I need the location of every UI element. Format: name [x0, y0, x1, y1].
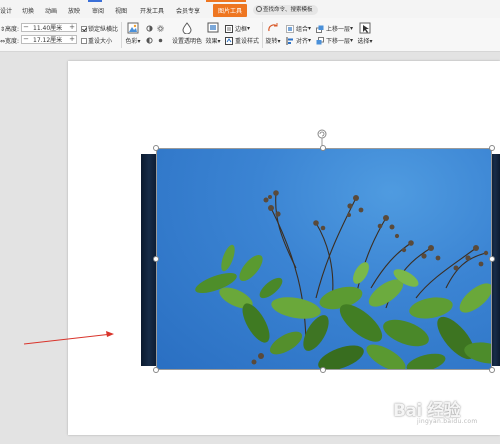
selection-pane-button[interactable]: 选择▾ [355, 22, 375, 45]
resize-handle-top-left[interactable] [153, 145, 159, 151]
ribbon-tab-bar: 设计 切换 动画 放映 审阅 视图 开发工具 会员专享 图片工具 查找命令、搜索… [0, 0, 500, 18]
combine-button[interactable]: 组合 ▾ [286, 24, 311, 33]
color-button[interactable]: 色彩▾ [125, 22, 141, 45]
reset-style-icon [225, 36, 233, 45]
resize-handle-bottom-right[interactable] [489, 367, 495, 373]
resize-handle-bottom-left[interactable] [153, 367, 159, 373]
reset-style-button[interactable]: 重设样式 [225, 36, 259, 45]
color-label: 色彩 [125, 38, 138, 45]
resize-handle-top-right[interactable] [489, 145, 495, 151]
search-label: 查找命令、搜索模板 [263, 7, 313, 13]
tab-animation[interactable]: 动画 [45, 6, 57, 15]
selection-label: 选择 [357, 38, 370, 45]
contrast-down-icon [146, 37, 153, 44]
contrast-up-button[interactable] [146, 25, 155, 32]
combine-label: 组合 [296, 26, 309, 33]
effects-icon [207, 22, 219, 33]
tab-developer[interactable]: 开发工具 [140, 6, 164, 15]
contrast-icon [146, 25, 153, 32]
transparent-color-label: 设置透明色 [171, 38, 202, 45]
width-label: ⇔宽度: [0, 36, 19, 45]
toolbar-divider [121, 22, 122, 48]
tab-picture-tools[interactable]: 图片工具 [213, 4, 248, 17]
rotate-label: 旋转 [265, 38, 278, 45]
set-transparent-color-button[interactable]: 设置透明色 [171, 22, 203, 45]
rotate-button[interactable]: 旋转▾ [265, 22, 281, 45]
resize-handle-left[interactable] [153, 256, 159, 262]
send-backward-button[interactable]: 下移一层 ▾ [316, 36, 353, 45]
reset-size-button[interactable]: 重设大小 [81, 36, 112, 45]
brightness-icon [157, 25, 164, 32]
tab-transition[interactable]: 切换 [22, 6, 34, 15]
lock-aspect-ratio-checkbox[interactable]: 锁定纵横比 [81, 24, 118, 33]
effects-label: 效果 [205, 38, 218, 45]
tab-design[interactable]: 设计 [0, 6, 12, 15]
transparent-color-icon [182, 22, 192, 34]
reset-style-label: 重设样式 [235, 38, 260, 45]
combine-icon [286, 24, 294, 33]
width-value[interactable]: 17.12厘米 [30, 35, 68, 44]
width-label-text: 宽度: [5, 38, 20, 45]
height-value[interactable]: 11.40厘米 [30, 23, 68, 32]
bring-forward-label: 上移一层 [326, 26, 351, 33]
align-icon [286, 36, 293, 45]
watermark-sub-text: jingyan.baidu.com [417, 418, 478, 425]
send-backward-icon [316, 36, 324, 44]
tab-accent-line-orange [206, 0, 246, 2]
border-label: 边框 [235, 26, 248, 33]
align-label: 对齐 [296, 38, 309, 45]
border-icon [225, 24, 233, 33]
resize-handle-right[interactable] [489, 256, 495, 262]
height-label: ⇕高度: [0, 24, 19, 33]
bring-forward-icon [316, 25, 324, 33]
selected-picture[interactable] [156, 148, 492, 370]
search-icon [256, 6, 262, 12]
baidu-jingyan-watermark: Bai 经验 jingyan.baidu.com [393, 396, 477, 425]
tab-member[interactable]: 会员专享 [176, 6, 200, 15]
tab-review[interactable]: 审阅 [92, 6, 104, 15]
height-label-text: 高度: [5, 26, 20, 33]
send-backward-label: 下移一层 [326, 38, 351, 45]
selection-icon [359, 22, 371, 34]
width-decrease-button[interactable]: − [22, 36, 30, 43]
reset-size-icon [81, 38, 87, 44]
resize-handle-top[interactable] [320, 145, 326, 151]
picture-content [195, 190, 492, 370]
tab-accent-line [88, 0, 102, 2]
resize-handle-bottom[interactable] [320, 367, 326, 373]
rotate-icon [268, 23, 278, 32]
effects-button[interactable]: 效果▾ [204, 22, 222, 45]
height-stepper[interactable]: − 11.40厘米 + [21, 23, 77, 32]
height-increase-button[interactable]: + [68, 24, 76, 31]
brightness-down-icon [158, 38, 163, 43]
reset-size-label: 重设大小 [88, 38, 113, 45]
width-stepper[interactable]: − 17.12厘米 + [21, 35, 77, 44]
color-icon [127, 22, 139, 34]
checkbox-checked-icon [81, 26, 87, 32]
contrast-down-button[interactable] [146, 37, 155, 44]
tab-view[interactable]: 视图 [115, 6, 127, 15]
picture-tools-toolbar: ⇕高度: − 11.40厘米 + ⇔宽度: − 17.12厘米 + 锁定纵横比 … [0, 18, 500, 52]
command-search-box[interactable]: 查找命令、搜索模板 [253, 5, 318, 15]
lock-aspect-ratio-label: 锁定纵横比 [88, 26, 119, 33]
annotation-arrow-icon [23, 331, 114, 345]
toolbar-divider-2 [262, 22, 263, 48]
bring-forward-button[interactable]: 上移一层 ▾ [316, 24, 353, 33]
align-button[interactable]: 对齐 ▾ [286, 36, 311, 45]
height-decrease-button[interactable]: − [22, 24, 30, 31]
tab-slideshow[interactable]: 放映 [68, 6, 80, 15]
brightness-up-button[interactable] [157, 25, 166, 32]
brightness-down-button[interactable] [157, 37, 166, 44]
border-button[interactable]: 边框 ▾ [225, 24, 250, 33]
width-increase-button[interactable]: + [68, 36, 76, 43]
